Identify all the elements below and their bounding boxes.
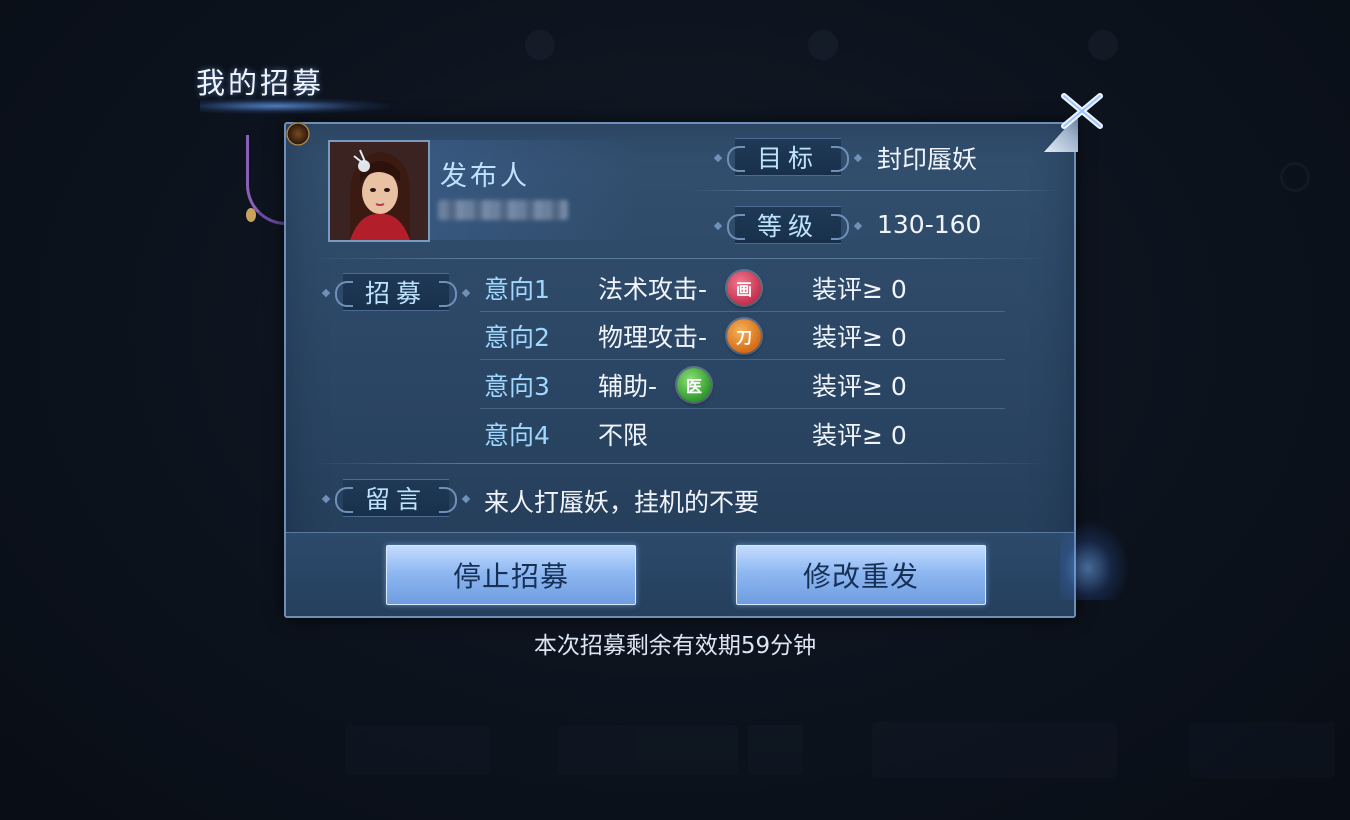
tassel-bead — [246, 208, 256, 222]
message-label-badge: 留言 — [321, 479, 471, 517]
intent-class-text: 法术攻击- — [598, 275, 708, 304]
gear-score: 装评≥ 0 — [812, 275, 907, 304]
row-divider — [480, 359, 1005, 360]
target-label: 目标 — [756, 144, 819, 173]
intent-label: 意向3 — [484, 372, 550, 401]
level-value: 130-160 — [877, 210, 982, 239]
publisher-name-blurred — [438, 200, 568, 220]
gear-score: 装评≥ 0 — [812, 421, 907, 450]
intent-row: 意向2 物理攻击- 刀 装评≥ 0 — [484, 312, 1004, 360]
intent-label: 意向1 — [484, 275, 550, 304]
target-label-badge: 目标 — [713, 138, 863, 176]
intent-class-text: 辅助- — [598, 372, 658, 401]
magic-attack-badge-icon: 画 — [727, 271, 762, 305]
intent-class-text: 物理攻击- — [598, 323, 708, 352]
target-value: 封印蜃妖 — [877, 145, 978, 174]
close-icon — [1061, 93, 1103, 129]
pin-ornament — [286, 122, 310, 146]
physical-attack-badge-icon: 刀 — [727, 319, 762, 353]
recruit-label-badge: 招募 — [321, 273, 471, 311]
dialog-title: 我的招募 — [196, 66, 325, 100]
publisher-label: 发布人 — [440, 161, 530, 192]
close-button[interactable] — [1056, 88, 1108, 134]
remaining-time-note: 本次招募剩余有效期59分钟 — [533, 633, 817, 659]
intent-row: 意向3 辅助- 医 装评≥ 0 — [484, 361, 1004, 409]
intent-row: 意向4 不限 装评≥ 0 — [484, 410, 1004, 458]
row-divider — [480, 408, 1005, 409]
recruit-label: 招募 — [364, 279, 427, 308]
stop-recruit-button[interactable]: 停止招募 — [386, 545, 636, 605]
support-badge-icon: 医 — [677, 368, 712, 402]
divider — [310, 463, 1050, 464]
publisher-avatar — [328, 140, 430, 242]
intent-class: 法术攻击- 画 — [598, 270, 812, 306]
intent-class-text: 不限 — [598, 421, 649, 450]
message-label: 留言 — [364, 485, 427, 514]
message-value: 来人打蜃妖，挂机的不要 — [484, 488, 760, 517]
divider — [690, 190, 1060, 191]
intent-label: 意向2 — [484, 323, 550, 352]
intent-row: 意向1 法术攻击- 画 装评≥ 0 — [484, 264, 1004, 312]
level-label-badge: 等级 — [713, 206, 863, 244]
divider — [310, 258, 1050, 259]
intent-class: 不限 — [598, 416, 812, 452]
intent-label: 意向4 — [484, 421, 550, 450]
level-label: 等级 — [756, 212, 819, 241]
sparkle-effect — [1060, 520, 1130, 600]
intent-class: 辅助- 医 — [598, 367, 812, 403]
intent-class: 物理攻击- 刀 — [598, 318, 812, 354]
gear-score: 装评≥ 0 — [812, 323, 907, 352]
gear-score: 装评≥ 0 — [812, 372, 907, 401]
modify-resend-button[interactable]: 修改重发 — [736, 545, 986, 605]
character-portrait-icon — [330, 142, 428, 240]
